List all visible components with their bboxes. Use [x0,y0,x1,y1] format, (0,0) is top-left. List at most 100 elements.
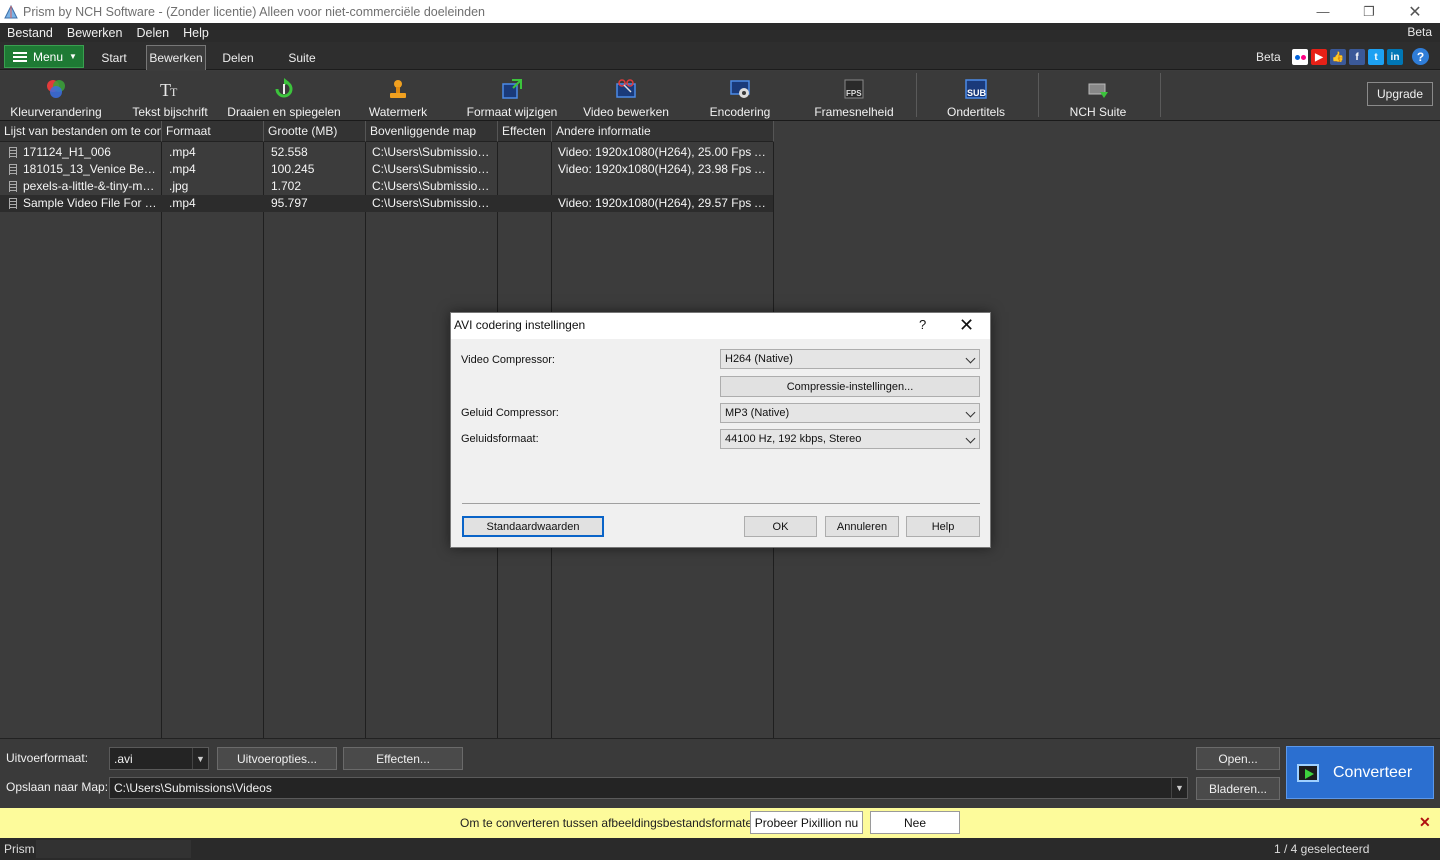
audio-format-select[interactable]: 44100 Hz, 192 kbps, Stereo [720,429,980,449]
table-row[interactable]: 181015_13_Venice Beach... .mp4 100.245 C… [0,161,773,178]
column-header-info[interactable]: Andere informatie [552,121,774,142]
video-file-icon [9,164,17,175]
cell-size: 95.797 [271,196,308,210]
cancel-button[interactable]: Annuleren [825,516,899,537]
help-button[interactable]: Help [906,516,980,537]
output-format-select[interactable]: .avi ▼ [109,747,209,770]
minimize-button[interactable]: — [1300,0,1346,23]
menu-button[interactable]: Menu ▼ [4,45,84,68]
ok-button[interactable]: OK [744,516,817,537]
cell-format: .mp4 [169,162,196,176]
effects-button[interactable]: Effecten... [343,747,463,770]
column-header-filename[interactable]: Lijst van bestanden om te con... [0,121,162,142]
menu-delen[interactable]: Delen [129,26,176,40]
chevron-down-icon [965,433,976,444]
chevron-down-icon [965,407,976,418]
cell-format: .mp4 [169,196,196,210]
cell-size: 1.702 [271,179,302,193]
column-header-size[interactable]: Grootte (MB) [264,121,366,142]
nch-suite-icon [1086,77,1110,101]
toolbar-formaat-wijzigen[interactable]: Formaat wijzigen [464,71,560,119]
close-promo-icon[interactable]: ✕ [1419,814,1431,831]
toolbar-encodering[interactable]: Encodering [704,71,776,119]
toolbar-label: Encodering [709,105,771,119]
try-pixillion-button[interactable]: Probeer Pixillion nu [750,811,863,834]
column-header-folder[interactable]: Bovenliggende map [366,121,498,142]
video-compressor-value: H264 (Native) [725,353,793,365]
subtitles-icon-text: SUB [967,88,987,98]
toolbar-nch-suite[interactable]: NCH Suite [1062,71,1134,119]
column-divider [161,142,162,739]
promo-bar: Om te converteren tussen afbeeldingsbest… [0,808,1440,838]
toolbar-label: NCH Suite [1069,105,1127,119]
cell-filename: 181015_13_Venice Beach... [23,162,159,176]
flickr-icon[interactable] [1292,49,1308,65]
tab-bewerken[interactable]: Bewerken [146,45,206,70]
column-header-effects[interactable]: Effecten [498,121,552,142]
thumbs-up-icon[interactable]: 👍 [1330,49,1346,65]
toolbar-framesnelheid[interactable]: FPS Framesnelheid [810,71,898,119]
rotate-flip-icon [272,77,296,101]
upgrade-button[interactable]: Upgrade [1367,82,1433,106]
menu-bestand[interactable]: Bestand [0,26,60,40]
toolbar-draaien-spiegelen[interactable]: Draaien en spiegelen [227,71,341,119]
status-bar: Prism 1 / 4 geselecteerd [0,838,1440,860]
defaults-button[interactable]: Standaardwaarden [462,516,604,537]
output-options-button[interactable]: Uitvoeropties... [217,747,337,770]
promo-no-button[interactable]: Nee [870,811,960,834]
tab-delen[interactable]: Delen [216,45,260,70]
cell-info: Video: 1920x1080(H264), 29.57 Fps Au... [558,196,770,210]
dialog-close-icon[interactable]: ✕ [959,315,974,336]
resize-icon [500,77,524,101]
youtube-icon[interactable]: ▶ [1311,49,1327,65]
dialog-help-icon[interactable]: ? [919,317,926,332]
table-row[interactable]: Sample Video File For Tes... .mp4 95.797… [0,195,773,212]
save-folder-input[interactable]: C:\Users\Submissions\Videos ▼ [109,777,1188,799]
save-folder-value: C:\Users\Submissions\Videos [114,781,272,795]
menu-help[interactable]: Help [176,26,216,40]
toolbar-video-bewerken[interactable]: Video bewerken [580,71,672,119]
tab-start[interactable]: Start [92,45,136,70]
menu-bewerken[interactable]: Bewerken [60,26,130,40]
video-compressor-select[interactable]: H264 (Native) [720,349,980,369]
cell-info: Video: 1920x1080(H264), 23.98 Fps Au... [558,162,770,176]
convert-button[interactable]: Converteer [1286,746,1434,799]
toolbar-ondertitels[interactable]: SUB Ondertitels [940,71,1012,119]
help-icon[interactable]: ? [1412,48,1429,65]
cell-effects [504,178,548,195]
maximize-button[interactable]: ❐ [1346,0,1392,23]
audio-compressor-value: MP3 (Native) [725,407,790,419]
table-row[interactable]: pexels-a-little-&-tiny-man... .jpg 1.702… [0,178,773,195]
open-button[interactable]: Open... [1196,747,1280,770]
cell-format: .jpg [169,179,189,193]
cell-effects [504,161,548,178]
compression-settings-button[interactable]: Compressie-instellingen... [720,376,980,397]
browse-button[interactable]: Bladeren... [1196,777,1280,800]
status-app-name: Prism [4,842,35,856]
linkedin-icon[interactable]: in [1387,49,1403,65]
toolbar-watermerk[interactable]: Watermerk [360,71,436,119]
toolbar-separator [916,73,917,117]
prism-app-icon [3,4,19,20]
cell-filename: Sample Video File For Tes... [23,196,159,210]
toolbar-kleurverandering[interactable]: Kleurverandering [6,71,106,119]
close-window-button[interactable]: ✕ [1392,0,1438,23]
toolbar-tekst-bijschrift[interactable]: TT Tekst bijschrift [124,71,216,119]
twitter-icon[interactable]: t [1368,49,1384,65]
toolbar-separator [1038,73,1039,117]
toolbar-label: Tekst bijschrift [132,105,208,119]
encoding-icon [728,77,752,101]
convert-icon [1297,763,1319,782]
audio-compressor-select[interactable]: MP3 (Native) [720,403,980,423]
toolbar-label: Draaien en spiegelen [227,105,341,119]
image-file-icon [9,181,17,192]
dialog-title-bar: AVI codering instellingen ? ✕ [451,313,990,339]
facebook-icon[interactable]: f [1349,49,1365,65]
table-row[interactable]: 171124_H1_006 .mp4 52.558 C:\Users\Submi… [0,144,773,161]
cell-filename: 171124_H1_006 [23,145,111,159]
cell-info: Video: 1920x1080(H264), 25.00 Fps Au... [558,145,770,159]
column-header-format[interactable]: Formaat [162,121,264,142]
cell-folder: C:\Users\Submissions... [372,162,496,176]
tab-suite[interactable]: Suite [282,45,322,70]
ribbon-tabs: Menu ▼ Start Bewerken Delen Suite Beta ▶… [0,42,1440,70]
